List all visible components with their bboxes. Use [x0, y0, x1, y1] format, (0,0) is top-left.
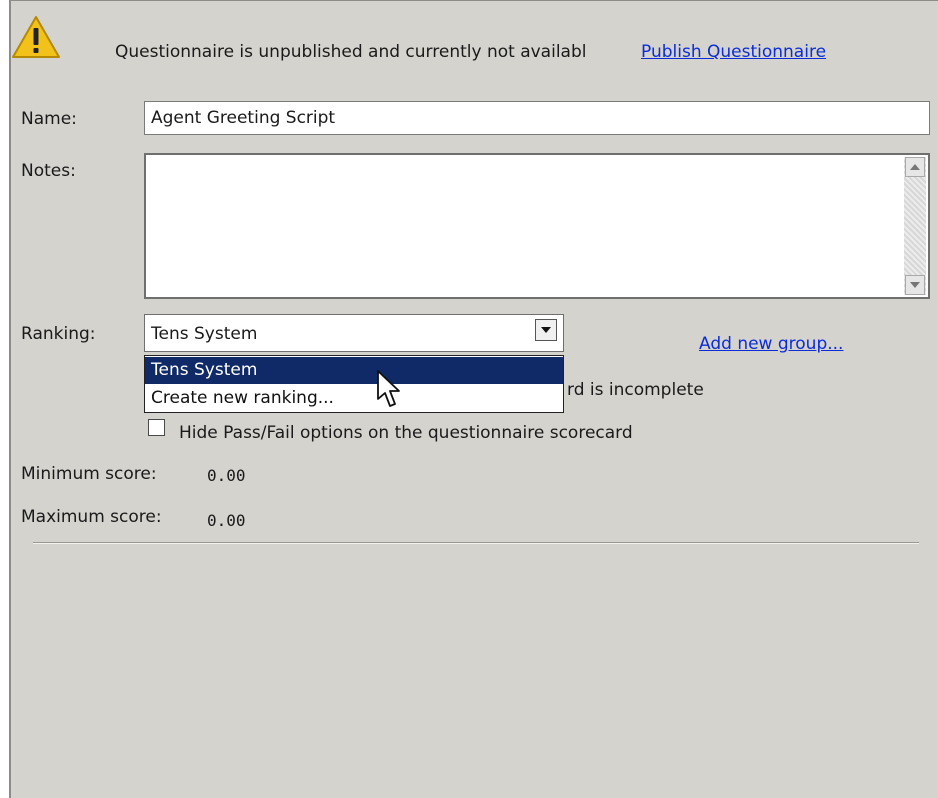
- scroll-up-arrow-icon: [910, 164, 920, 170]
- partial-checkbox-label: rd is incomplete: [567, 380, 704, 400]
- ranking-option-tens-system[interactable]: Tens System: [145, 357, 563, 384]
- scroll-up-button[interactable]: [905, 157, 925, 177]
- ranking-option-create-new[interactable]: Create new ranking...: [145, 385, 563, 412]
- section-divider: [33, 542, 919, 544]
- maximum-score-label: Maximum score:: [21, 507, 162, 527]
- ranking-dropdown[interactable]: Tens System: [144, 314, 564, 352]
- minimum-score-label: Minimum score:: [21, 464, 157, 484]
- ranking-dropdown-button[interactable]: [535, 319, 557, 341]
- hide-passfail-checkbox[interactable]: [148, 419, 165, 436]
- mouse-pointer-icon: [377, 370, 400, 407]
- notes-scrollbar[interactable]: [904, 157, 926, 295]
- hide-passfail-label: Hide Pass/Fail options on the questionna…: [179, 423, 633, 443]
- notes-label: Notes:: [21, 161, 76, 181]
- ranking-selected-value: Tens System: [151, 324, 258, 344]
- scroll-down-button[interactable]: [905, 275, 925, 295]
- minimum-score-value: 0.00: [207, 466, 246, 485]
- questionnaire-properties-panel: Questionnaire is unpublished and current…: [9, 0, 938, 798]
- scroll-down-arrow-icon: [910, 282, 920, 288]
- warning-icon: [12, 16, 60, 58]
- add-new-group-link[interactable]: Add new group...: [699, 334, 843, 354]
- maximum-score-value: 0.00: [207, 511, 246, 530]
- chevron-down-icon: [541, 327, 551, 333]
- ranking-dropdown-list[interactable]: Tens System Create new ranking...: [144, 355, 564, 413]
- name-input[interactable]: [144, 101, 930, 135]
- name-label: Name:: [21, 109, 77, 129]
- unpublished-warning-text: Questionnaire is unpublished and current…: [115, 42, 587, 62]
- publish-questionnaire-link[interactable]: Publish Questionnaire: [641, 42, 826, 62]
- notes-textarea[interactable]: [144, 153, 930, 299]
- ranking-label: Ranking:: [21, 324, 96, 344]
